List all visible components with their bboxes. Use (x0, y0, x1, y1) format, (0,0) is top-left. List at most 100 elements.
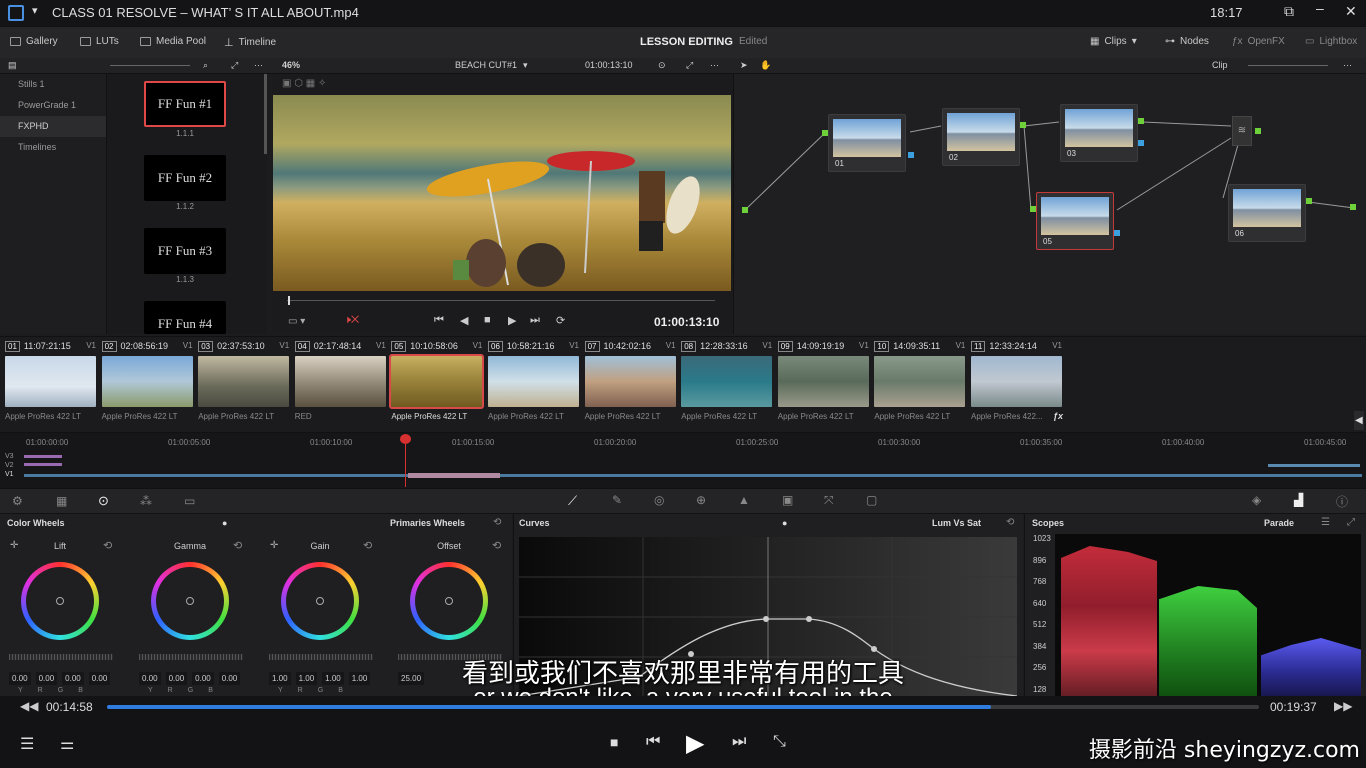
scopes-icon[interactable]: ▟ (1294, 493, 1303, 507)
camera-raw-icon[interactable]: ⚙ (12, 494, 23, 508)
fullscreen-icon[interactable]: ⤡ (773, 733, 786, 751)
track-v1-clips[interactable] (24, 474, 1362, 477)
stop-icon[interactable]: ■ (484, 314, 491, 326)
play-icon[interactable]: ▶ (508, 314, 516, 327)
blur-icon[interactable]: ▲ (738, 493, 750, 507)
selected-clip[interactable] (408, 473, 500, 478)
gallery-item-stills[interactable]: Stills 1 (0, 74, 106, 95)
curves-icon[interactable]: ⟋ (568, 493, 577, 509)
color-wheels-icon[interactable]: ⊙ (98, 493, 109, 509)
luts-button[interactable]: LUTs (80, 36, 119, 47)
playlist-icon[interactable]: ☰ (20, 734, 34, 754)
qualifier-icon[interactable]: ✎ (612, 493, 622, 507)
clip-thumbnail[interactable]: 08 12:28:33:16 V1 Apple ProRes 422 LT (677, 337, 773, 427)
still-ff-fun-1[interactable]: FF Fun #1 (144, 81, 226, 127)
3d-icon[interactable]: ▢ (866, 493, 877, 507)
lightbox-button[interactable]: ▭ Lightbox (1305, 36, 1357, 47)
node-01[interactable]: 01 (828, 114, 906, 172)
clip-thumbnail[interactable]: 01 11:07:21:15 V1 Apple ProRes 422 LT (1, 337, 96, 427)
clip-thumbnail[interactable]: 06 10:58:21:16 V1 Apple ProRes 422 LT (484, 337, 579, 427)
gallery-button[interactable]: Gallery (10, 36, 58, 47)
node-output[interactable] (1138, 140, 1144, 146)
app-menu-icon[interactable] (8, 5, 24, 21)
skip-back-icon[interactable]: ◀◀ (20, 699, 38, 713)
viewer-options-icon[interactable]: ▣ ⬡ ▦ ✧ (282, 78, 326, 89)
track-v3-clip[interactable] (24, 455, 62, 458)
color-wheel-gain[interactable] (281, 562, 359, 640)
progress-bar[interactable] (107, 705, 1259, 709)
search-icon[interactable]: ⌕ (203, 60, 208, 71)
output-node-port[interactable] (1350, 204, 1356, 210)
media-pool-button[interactable]: Media Pool (140, 36, 206, 47)
node-input[interactable] (822, 130, 828, 136)
mixer-output[interactable] (1255, 128, 1261, 134)
zoom-select[interactable]: 46% (282, 60, 300, 70)
motion-effects-icon[interactable]: ▭ (184, 494, 195, 508)
reset-icon[interactable]: ⟲ (233, 539, 242, 552)
gallery-view-icon[interactable]: ▤ (8, 60, 17, 71)
color-wheel-lift[interactable] (21, 562, 99, 640)
clip-thumbnail[interactable]: 07 10:42:02:16 V1 Apple ProRes 422 LT (581, 337, 676, 427)
still-ff-fun-4[interactable]: FF Fun #4 (144, 301, 226, 334)
layer-mixer-node[interactable]: ≋ (1232, 116, 1252, 146)
previous-icon[interactable]: ⏮ (646, 733, 660, 751)
reset-icon[interactable]: ⟲ (492, 539, 501, 552)
stills-scrollbar[interactable] (264, 74, 267, 154)
keyframes-icon[interactable]: ◈ (1252, 493, 1261, 507)
sizing-icon[interactable]: ⤧ (824, 493, 834, 508)
color-wheel-gamma[interactable] (151, 562, 229, 640)
input-node-port[interactable] (742, 207, 748, 213)
scope-mode-select[interactable]: Parade (1264, 518, 1294, 528)
key-icon[interactable]: ▣ (782, 493, 793, 507)
chevron-down-icon[interactable]: ▾ (32, 4, 38, 17)
go-to-end-icon[interactable]: ⏭ (530, 314, 540, 327)
mini-timeline[interactable]: V3 V2 V1 01:00:00:00 01:00:05:00 01:00:10:… (0, 432, 1366, 488)
clips-button[interactable]: ▦ Clips ▾ (1090, 36, 1137, 47)
curve-mode-select[interactable]: Lum Vs Sat (932, 518, 981, 528)
mute-icon[interactable]: 🕨✕ (344, 314, 359, 327)
thumb-size-slider[interactable] (110, 65, 190, 66)
reset-icon[interactable]: ⟲ (103, 539, 112, 552)
wheels-mode-select[interactable]: Primaries Wheels (390, 518, 465, 528)
more-icon[interactable]: ··· (1343, 60, 1352, 70)
play-icon[interactable]: ▶ (686, 729, 704, 758)
reset-icon[interactable]: ⟲ (1006, 517, 1014, 528)
close-icon[interactable]: ✕ (1345, 3, 1357, 20)
power-window-icon[interactable]: ◎ (654, 493, 664, 507)
color-match-icon[interactable]: ▦ (56, 494, 67, 508)
expand-icon[interactable]: ⤢ (231, 60, 238, 71)
clip-thumbnail[interactable]: 10 14:09:35:11 V1 Apple ProRes 422 LT (870, 337, 966, 427)
clip-thumbnail[interactable]: 05 10:10:58:06 V1 Apple ProRes 422 LT (387, 337, 485, 427)
timeline-button[interactable]: ⊥ Timeline (224, 36, 276, 49)
node-02[interactable]: 02 (942, 108, 1020, 166)
clip-thumbnail[interactable]: 04 02:17:48:14 V1 RED (291, 337, 386, 427)
viewer-image[interactable] (273, 95, 731, 291)
wheel-center[interactable] (56, 597, 64, 605)
go-to-start-icon[interactable]: ⏮ (434, 314, 444, 327)
info-icon[interactable]: ⓘ (1336, 493, 1348, 510)
gallery-item-fxphd[interactable]: FXPHD (0, 116, 106, 137)
dual-view-icon[interactable]: ⊙ (658, 60, 666, 71)
more-icon[interactable]: ··· (710, 60, 719, 70)
clip-thumbnail[interactable]: 09 14:09:19:19 V1 Apple ProRes 422 LT (774, 337, 869, 427)
stop-icon[interactable]: ■ (610, 734, 618, 750)
viewer-scrubber[interactable] (287, 300, 715, 301)
node-output[interactable] (1020, 122, 1026, 128)
track-v2-clip[interactable] (24, 463, 62, 466)
playhead-marker[interactable] (400, 434, 411, 444)
fullscreen-icon[interactable]: ⤢ (686, 60, 693, 71)
node-output[interactable] (1114, 230, 1120, 236)
expand-icon[interactable]: ⤢ (1347, 517, 1355, 528)
node-zoom-slider[interactable] (1248, 65, 1328, 66)
scope-settings-icon[interactable]: ☰ (1321, 517, 1330, 528)
clip-thumbnail[interactable]: 02 02:08:56:19 V1 Apple ProRes 422 LT (98, 337, 193, 427)
node-05[interactable]: 05 (1036, 192, 1114, 250)
reset-icon[interactable]: ⟲ (493, 517, 501, 528)
minimize-icon[interactable]: – (1316, 0, 1324, 16)
next-icon[interactable]: ⏭ (732, 733, 746, 751)
clip-thumbnail[interactable]: 03 02:37:53:10 V1 Apple ProRes 422 LT (194, 337, 290, 427)
track-v2-clip[interactable] (1268, 464, 1360, 467)
still-ff-fun-3[interactable]: FF Fun #3 (144, 228, 226, 274)
picker-icon[interactable]: ✛ (10, 540, 18, 551)
openfx-button[interactable]: ƒx OpenFX (1232, 36, 1285, 47)
